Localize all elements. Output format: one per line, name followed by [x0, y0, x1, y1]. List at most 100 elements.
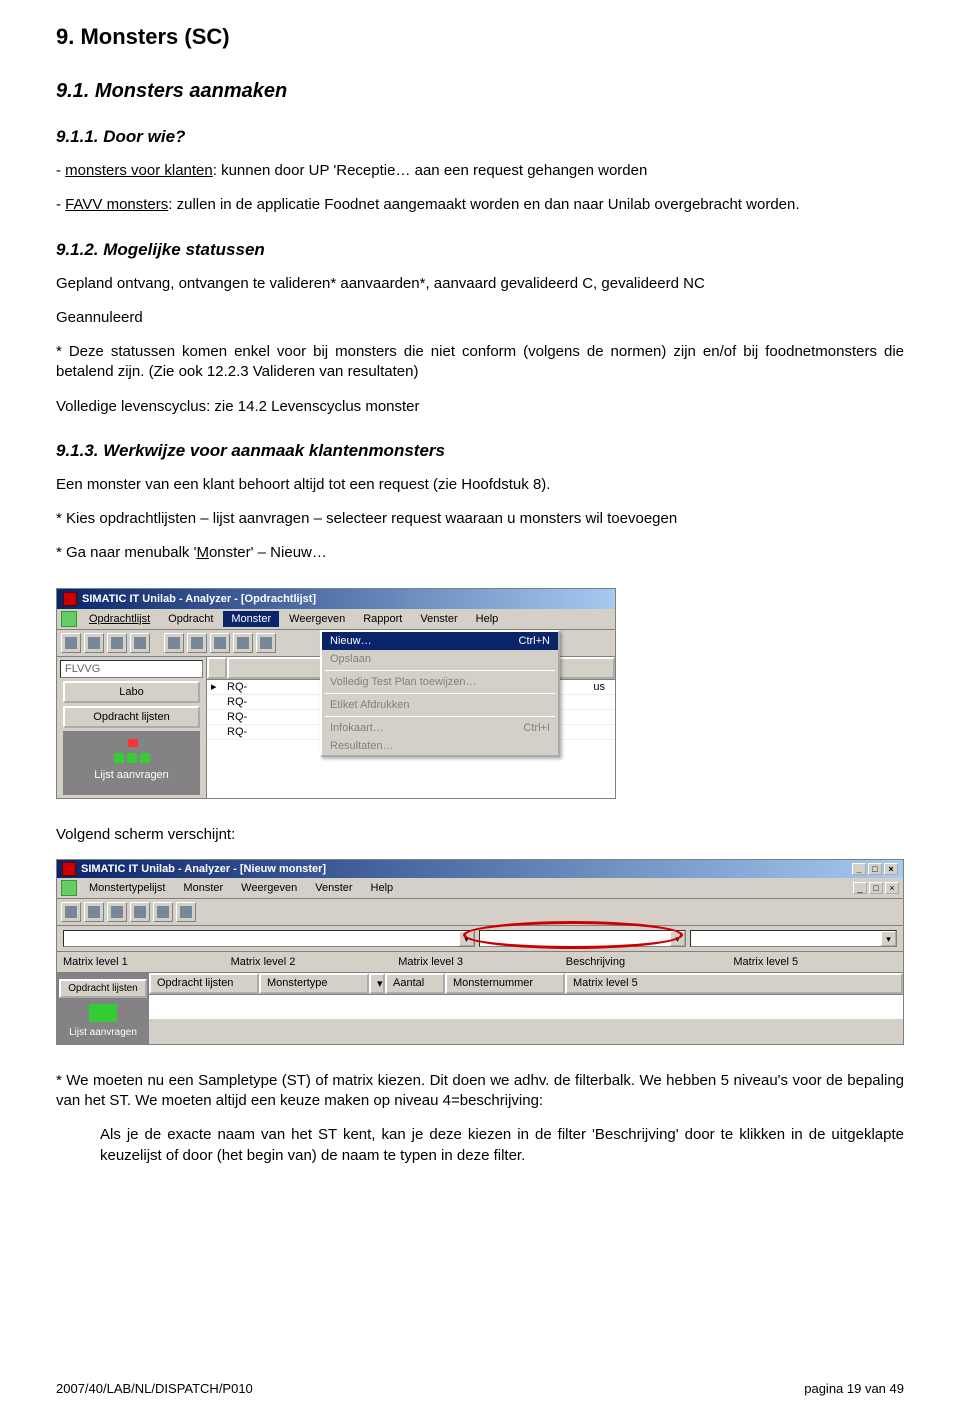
menu-weergeven[interactable]: Weergeven [233, 880, 305, 896]
mnemonic-letter: M [196, 544, 209, 561]
page-footer: 2007/40/LAB/NL/DISPATCH/P010 pagina 19 v… [56, 1381, 904, 1396]
filter-field[interactable]: ▾ [690, 930, 897, 947]
close-button[interactable]: × [885, 882, 899, 894]
side-button-labo[interactable]: Labo [63, 681, 200, 703]
dropdown-arrow-icon[interactable]: ▾ [459, 931, 474, 946]
footer-doc-id: 2007/40/LAB/NL/DISPATCH/P010 [56, 1381, 253, 1396]
toolbar-button[interactable] [233, 633, 253, 653]
window-title: SIMATIC IT Unilab - Analyzer - [Opdracht… [82, 593, 316, 605]
screenshot-nieuw-monster: SIMATIC IT Unilab - Analyzer - [Nieuw mo… [56, 859, 904, 1045]
cell: RQ- [221, 725, 253, 739]
menu-help[interactable]: Help [468, 611, 507, 627]
minimize-button[interactable]: _ [853, 882, 867, 894]
text: : zullen in de applicatie Foodnet aangem… [168, 196, 799, 213]
toolbar-button[interactable] [153, 902, 173, 922]
titlebar[interactable]: SIMATIC IT Unilab - Analyzer - [Nieuw mo… [57, 860, 903, 878]
heading-9.1.1: 9.1.1. Door wie? [56, 127, 904, 147]
dropdown-arrow-icon[interactable]: ▾ [670, 931, 685, 946]
side-panel: FLVVG Labo Opdracht lijsten Lijst aanvra… [57, 657, 207, 798]
col-header-arrow: ▾ [369, 973, 385, 994]
toolbar-button[interactable] [84, 633, 104, 653]
filter-bar-top: ▾ ▾ ▾ [57, 926, 903, 952]
toolbar-button[interactable] [107, 902, 127, 922]
menu-rapport[interactable]: Rapport [355, 611, 410, 627]
dd-item-testplan[interactable]: Volledig Test Plan toewijzen… [322, 673, 558, 691]
left-button-opdracht[interactable]: Opdracht lijsten [59, 979, 147, 998]
col-header-empty [207, 657, 227, 679]
para-geannuleerd: Geannuleerd [56, 308, 904, 328]
dd-separator [325, 670, 555, 671]
menu-venster[interactable]: Venster [412, 611, 465, 627]
tree-icon [114, 739, 150, 765]
menu-venster[interactable]: Venster [307, 880, 360, 896]
menu-opdrachtlijst[interactable]: Opdrachtlijst [81, 611, 158, 627]
dd-item-nieuw[interactable]: Nieuw… Ctrl+N [322, 632, 558, 650]
dd-shortcut: Ctrl+N [519, 635, 550, 647]
child-window-buttons: _ □ × [853, 882, 899, 894]
side-field[interactable]: FLVVG [60, 660, 203, 678]
col-header: Aantal [385, 973, 445, 994]
menu-weergeven[interactable]: Weergeven [281, 611, 353, 627]
text: * Ga naar menubalk ' [56, 544, 196, 561]
app-icon [62, 862, 76, 876]
footer-page-num: pagina 19 van 49 [804, 1381, 904, 1396]
col-header: Monstertype [259, 973, 369, 994]
menu-help[interactable]: Help [363, 880, 402, 896]
menu-icon [61, 611, 77, 627]
toolbar-button[interactable] [61, 633, 81, 653]
col-header: Opdracht lijsten [149, 973, 259, 994]
toolbar-button[interactable] [61, 902, 81, 922]
heading-9.1.3: 9.1.3. Werkwijze voor aanmaak klantenmon… [56, 441, 904, 461]
menu-opdracht[interactable]: Opdracht [160, 611, 221, 627]
text: - [56, 162, 65, 179]
dd-item-infokaart[interactable]: Infokaart… Ctrl+I [322, 719, 558, 737]
dd-item-resultaten[interactable]: Resultaten… [322, 737, 558, 755]
menu-label: Opdrachtlijst [89, 613, 150, 625]
filter-field[interactable]: ▾ [479, 930, 686, 947]
cell: RQ- [221, 710, 253, 724]
dd-separator [325, 716, 555, 717]
left-label-lijst: Lijst aanvragen [59, 1027, 147, 1038]
dd-item-etiket[interactable]: Etiket Afdrukken [322, 696, 558, 714]
dd-item-opslaan[interactable]: Opslaan [322, 650, 558, 668]
para-note-star: * Deze statussen komen enkel voor bij mo… [56, 342, 904, 383]
menu-monster[interactable]: Monster [175, 880, 231, 896]
text: : kunnen door UP 'Receptie… aan een requ… [213, 162, 648, 179]
titlebar[interactable]: SIMATIC IT Unilab - Analyzer - [Opdracht… [57, 589, 615, 609]
heading-9.1: 9.1. Monsters aanmaken [56, 80, 904, 103]
left-panel: Opdracht lijsten Lijst aanvragen [57, 973, 149, 1044]
toolbar-button[interactable] [164, 633, 184, 653]
minimize-button[interactable]: _ [852, 863, 866, 875]
row-arrow-icon: ▸ [211, 680, 221, 693]
para-911a: - monsters voor klanten: kunnen door UP … [56, 161, 904, 181]
menu-monstertypelijst[interactable]: Monstertypelijst [81, 880, 173, 896]
toolbar-button[interactable] [84, 902, 104, 922]
toolbar-button[interactable] [176, 902, 196, 922]
toolbar-button[interactable] [187, 633, 207, 653]
menu-monster[interactable]: Monster [223, 611, 279, 627]
close-button[interactable]: × [884, 863, 898, 875]
filter-label-l4: Beschrijving [566, 956, 730, 968]
text: onster' – Nieuw… [209, 544, 327, 561]
filter-field[interactable]: ▾ [63, 930, 475, 947]
side-button-opdracht[interactable]: Opdracht lijsten [63, 706, 200, 728]
toolbar-button[interactable] [130, 902, 150, 922]
filter-bar-labels: Matrix level 1 Matrix level 2 Matrix lev… [57, 952, 903, 973]
toolbar-button[interactable] [107, 633, 127, 653]
col-header: Monsternummer [445, 973, 565, 994]
para-913c: * Ga naar menubalk 'Monster' – Nieuw… [56, 543, 904, 563]
dd-separator [325, 693, 555, 694]
text: - [56, 196, 65, 213]
toolbar-button[interactable] [130, 633, 150, 653]
grid-header: Opdracht lijsten Monstertype ▾ Aantal Mo… [149, 973, 903, 995]
cell: RQ- [221, 695, 253, 709]
toolbar-button[interactable] [256, 633, 276, 653]
maximize-button[interactable]: □ [869, 882, 883, 894]
dropdown-arrow-icon[interactable]: ▾ [881, 931, 896, 946]
maximize-button[interactable]: □ [868, 863, 882, 875]
dd-shortcut: Ctrl+I [523, 722, 550, 734]
app-icon [63, 592, 77, 606]
para-911b: - FAVV monsters: zullen in de applicatie… [56, 195, 904, 215]
side-label-lijst[interactable]: Lijst aanvragen [94, 769, 169, 781]
toolbar-button[interactable] [210, 633, 230, 653]
